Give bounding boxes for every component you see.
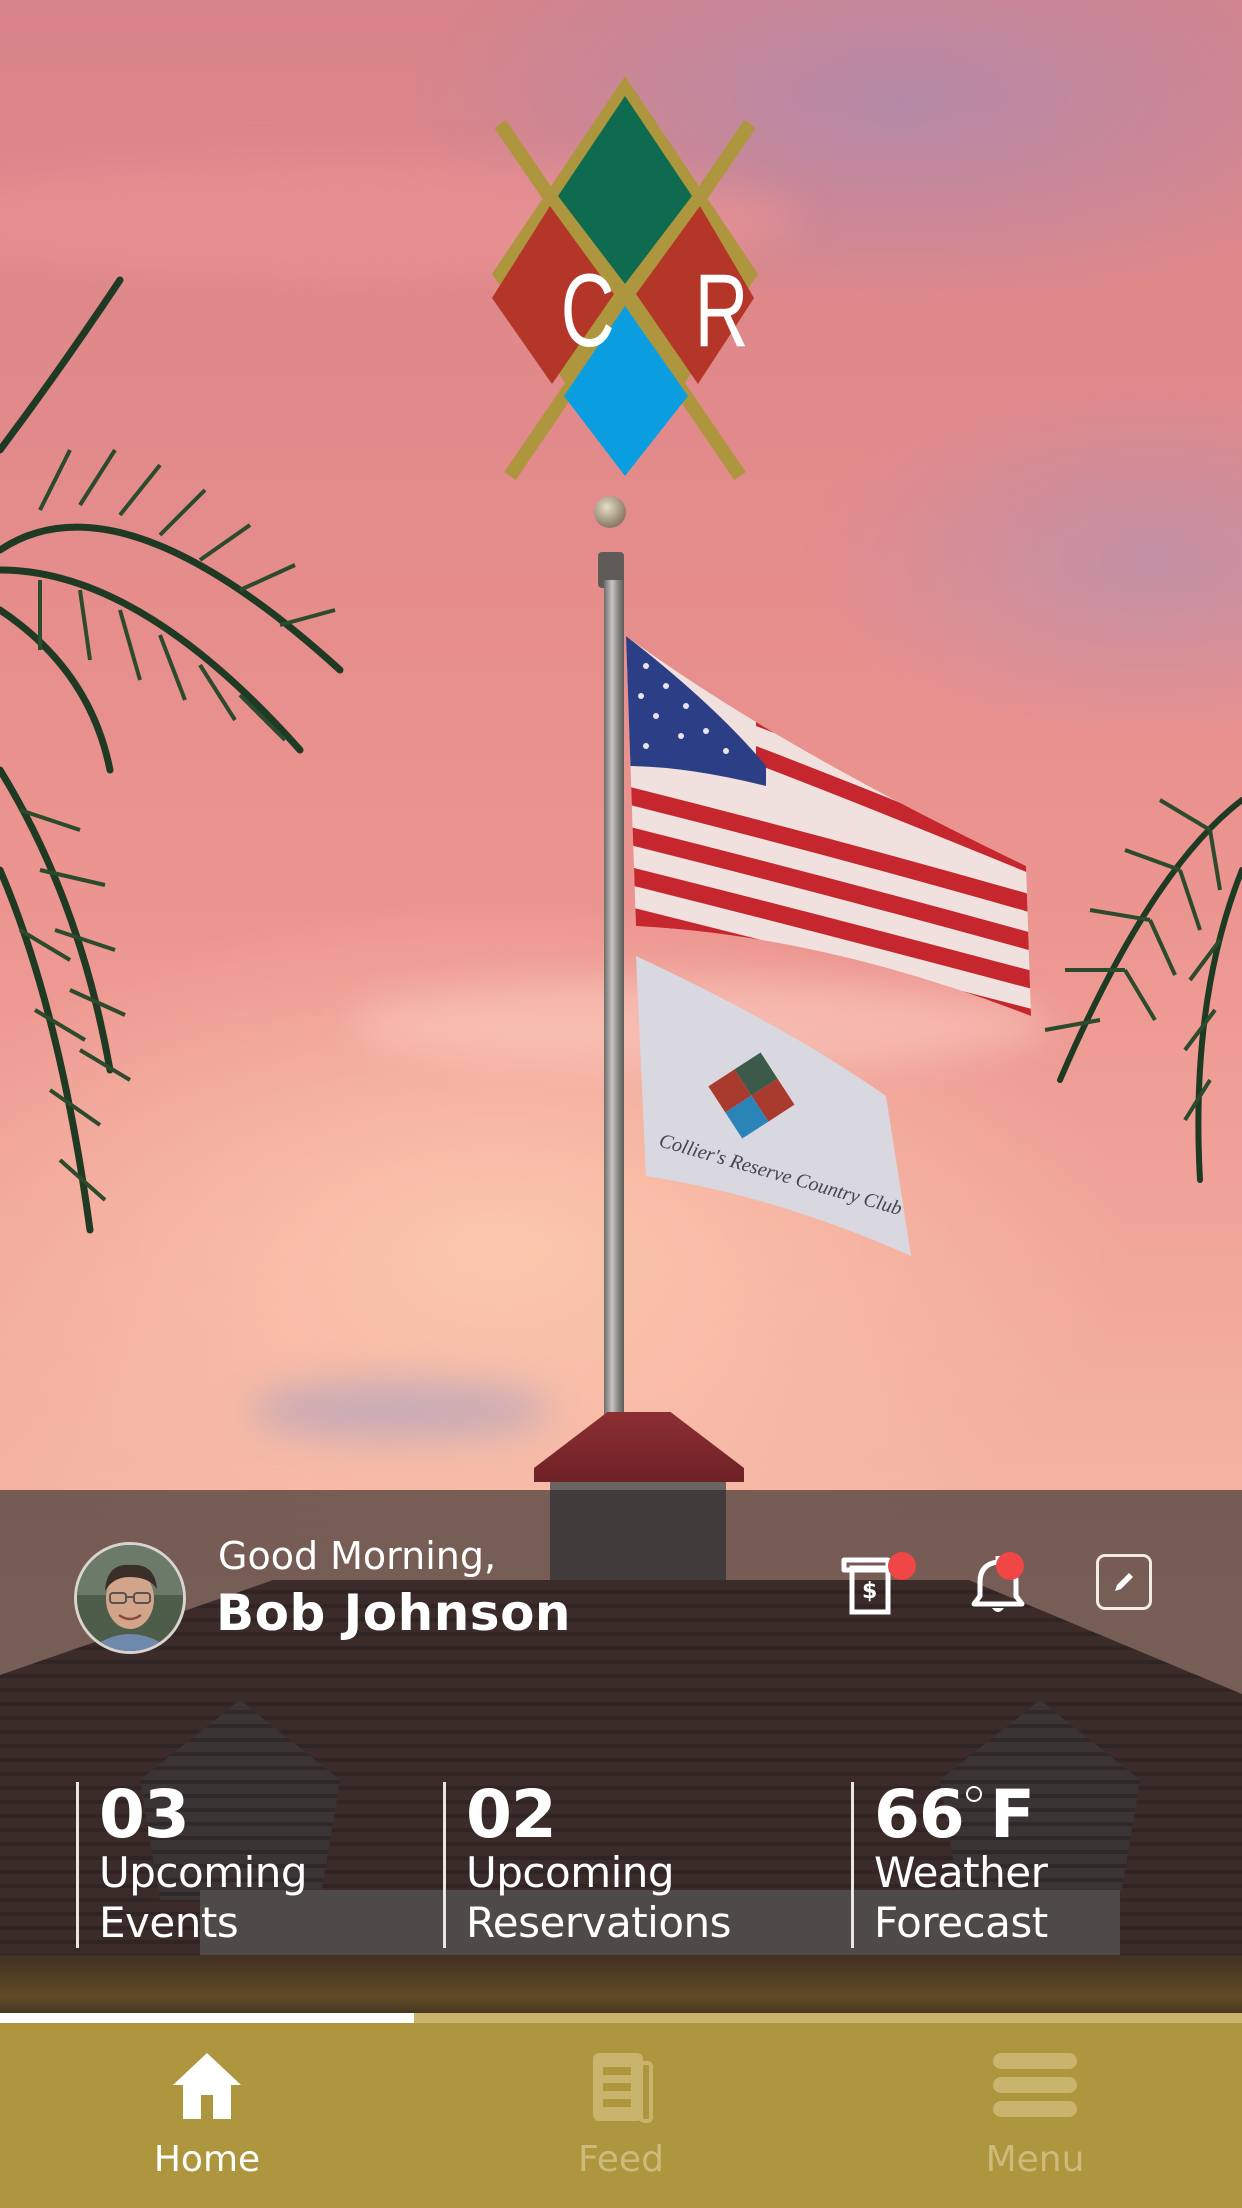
logo-letter-c: C xyxy=(561,253,615,369)
bottom-tab-bar: Home Feed Menu xyxy=(0,2023,1242,2208)
edit-profile-button[interactable] xyxy=(1096,1554,1152,1610)
palm-tree-left xyxy=(0,276,344,1234)
cupola-roof xyxy=(534,1412,744,1482)
tab-indicator xyxy=(0,2013,414,2023)
stat-label-line1: Upcoming xyxy=(99,1848,308,1897)
logo-letter-r: R xyxy=(695,253,749,369)
user-photo-icon xyxy=(77,1545,183,1651)
stat-label-line2: Forecast xyxy=(874,1898,1048,1947)
avatar[interactable] xyxy=(74,1542,186,1654)
club-logo: C R xyxy=(492,76,758,480)
tab-menu[interactable]: Menu xyxy=(828,2023,1242,2208)
stat-upcoming-events[interactable]: 03 Upcoming Events xyxy=(76,1776,308,1948)
billing-button[interactable]: $ xyxy=(838,1552,916,1616)
stat-value: 66 xyxy=(874,1776,965,1853)
stat-label-line1: Upcoming xyxy=(466,1848,675,1897)
hamburger-menu-icon xyxy=(993,2053,1077,2117)
stat-upcoming-reservations[interactable]: 02 Upcoming Reservations xyxy=(443,1776,732,1948)
tab-label: Menu xyxy=(985,2139,1085,2180)
stat-value: 02 xyxy=(466,1776,557,1853)
stat-value: 03 xyxy=(99,1776,190,1853)
stat-label-line2: Reservations xyxy=(466,1898,732,1947)
home-icon xyxy=(173,2053,241,2119)
user-name: Bob Johnson xyxy=(216,1584,572,1642)
notifications-button[interactable] xyxy=(966,1552,1030,1616)
tab-feed[interactable]: Feed xyxy=(414,2023,828,2208)
tab-home[interactable]: Home xyxy=(0,2023,414,2208)
notifications-badge xyxy=(996,1552,1024,1580)
temperature-unit: F xyxy=(989,1776,1035,1853)
tab-label: Feed xyxy=(578,2139,664,2180)
greeting-text: Good Morning, xyxy=(218,1534,497,1578)
billing-badge xyxy=(888,1552,916,1580)
tab-label: Home xyxy=(153,2139,261,2180)
stat-weather-forecast[interactable]: 66 F Weather Forecast xyxy=(851,1782,1048,1948)
newspaper-icon xyxy=(593,2053,653,2123)
stat-label-line1: Weather xyxy=(874,1848,1048,1897)
tab-indicator-track xyxy=(0,2013,1242,2023)
cloud xyxy=(250,1380,550,1440)
svg-text:$: $ xyxy=(862,1579,877,1604)
club-flag: Collier's Reserve Country Club xyxy=(636,956,911,1256)
degree-symbol xyxy=(965,1786,982,1802)
palm-tree-right xyxy=(1044,797,1242,1183)
stat-label-line2: Events xyxy=(99,1898,239,1947)
pencil-icon xyxy=(1115,1573,1133,1591)
flagpole-finial xyxy=(594,496,626,528)
